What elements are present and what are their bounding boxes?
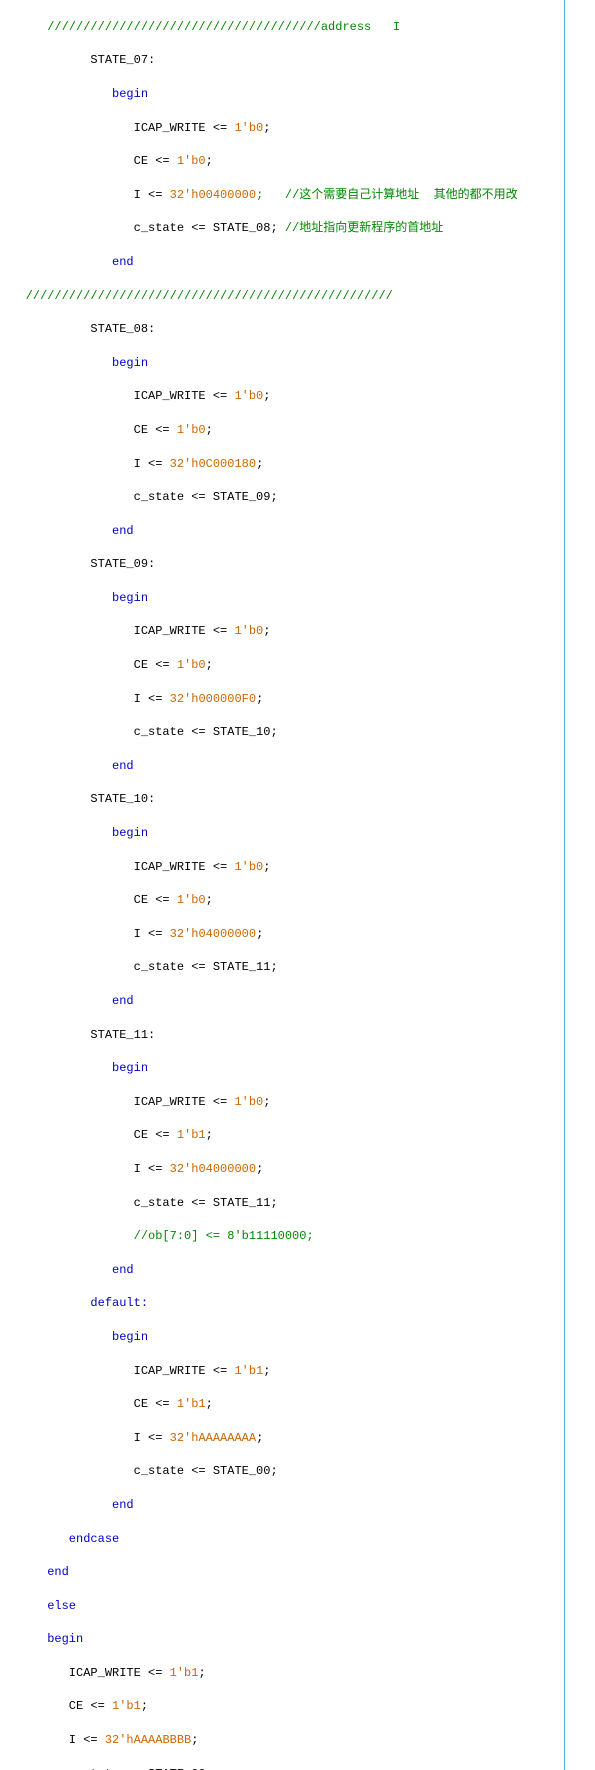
semi: ; xyxy=(263,389,270,403)
num: 32'hAAAABBBB xyxy=(105,1733,191,1747)
semi: ; xyxy=(256,1162,263,1176)
el-icap: ICAP_WRITE <= xyxy=(4,1666,170,1680)
right-border xyxy=(564,0,565,1770)
s11-cstate: c_state <= STATE_11; xyxy=(4,1195,595,1212)
num: 1'b0 xyxy=(234,1095,263,1109)
num: 1'b0 xyxy=(177,423,206,437)
semi: ; xyxy=(256,1431,263,1445)
num: 1'b1 xyxy=(177,1397,206,1411)
state07-label: STATE_07: xyxy=(4,52,595,69)
s07-ce: CE <= xyxy=(4,154,177,168)
num: 1'b1 xyxy=(170,1666,199,1680)
comment: //ob[7:0] <= 8'b11110000; xyxy=(4,1229,314,1243)
num: 1'b0 xyxy=(177,658,206,672)
begin-kw: begin xyxy=(4,356,148,370)
num: 1'b0 xyxy=(234,389,263,403)
s10-icap: ICAP_WRITE <= xyxy=(4,860,234,874)
semi: ; xyxy=(256,692,263,706)
end-kw: end xyxy=(4,994,134,1008)
num: 32'h00400000 xyxy=(170,188,256,202)
el-ce: CE <= xyxy=(4,1699,112,1713)
s07-cstate: c_state <= STATE_08; xyxy=(4,221,285,235)
el-i: I <= xyxy=(4,1733,105,1747)
state09-label: STATE_09: xyxy=(4,556,595,573)
s08-icap: ICAP_WRITE <= xyxy=(4,389,234,403)
end-kw: end xyxy=(4,524,134,538)
begin-kw: begin xyxy=(4,1330,148,1344)
num: 32'h04000000 xyxy=(170,1162,256,1176)
num: 1'b0 xyxy=(177,154,206,168)
end-kw: end xyxy=(4,1498,134,1512)
s09-i: I <= xyxy=(4,692,170,706)
code-block: //////////////////////////////////////ad… xyxy=(0,0,595,1770)
s08-cstate: c_state <= STATE_09; xyxy=(4,489,595,506)
semi: ; xyxy=(206,1397,213,1411)
s10-ce: CE <= xyxy=(4,893,177,907)
begin-kw: begin xyxy=(4,1061,148,1075)
endcase-kw: endcase xyxy=(4,1532,119,1546)
s10-cstate: c_state <= STATE_11; xyxy=(4,959,595,976)
num: 1'b0 xyxy=(177,893,206,907)
s09-ce: CE <= xyxy=(4,658,177,672)
semi: ; xyxy=(263,624,270,638)
end-kw: end xyxy=(4,1565,69,1579)
semi: ; xyxy=(206,658,213,672)
s10-i: I <= xyxy=(4,927,170,941)
el-cstate: c_state <= STATE_00; xyxy=(4,1766,595,1770)
else-kw: else xyxy=(4,1599,76,1613)
s09-cstate: c_state <= STATE_10; xyxy=(4,724,595,741)
semi: ; xyxy=(263,1095,270,1109)
semi: ; xyxy=(198,1666,205,1680)
semi: ; xyxy=(263,121,270,135)
semi: ; xyxy=(263,1364,270,1378)
state11-label: STATE_11: xyxy=(4,1027,595,1044)
comment-sep1: //////////////////////////////////////ad… xyxy=(4,20,400,34)
semi: ; xyxy=(206,893,213,907)
state10-label: STATE_10: xyxy=(4,791,595,808)
num: 1'b0 xyxy=(234,624,263,638)
default-kw: default: xyxy=(4,1296,148,1310)
s07-i: I <= xyxy=(4,188,170,202)
s11-icap: ICAP_WRITE <= xyxy=(4,1095,234,1109)
num: 1'b1 xyxy=(234,1364,263,1378)
s09-icap: ICAP_WRITE <= xyxy=(4,624,234,638)
semi: ; xyxy=(256,457,263,471)
s08-ce: CE <= xyxy=(4,423,177,437)
num: 32'h04000000 xyxy=(170,927,256,941)
state08-label: STATE_08: xyxy=(4,321,595,338)
begin-kw: begin xyxy=(4,87,148,101)
end-kw: end xyxy=(4,255,134,269)
semi: ; xyxy=(206,1128,213,1142)
comment-sep2: ////////////////////////////////////////… xyxy=(4,289,393,303)
num: 32'h000000F0 xyxy=(170,692,256,706)
begin-kw: begin xyxy=(4,826,148,840)
end-kw: end xyxy=(4,759,134,773)
semi: ; xyxy=(191,1733,198,1747)
semi: ; xyxy=(206,154,213,168)
num: 32'h0C000180 xyxy=(170,457,256,471)
def-i: I <= xyxy=(4,1431,170,1445)
def-ce: CE <= xyxy=(4,1397,177,1411)
s07-icap: ICAP_WRITE <= xyxy=(4,121,234,135)
def-icap: ICAP_WRITE <= xyxy=(4,1364,234,1378)
end-kw: end xyxy=(4,1263,134,1277)
num: 32'hAAAAAAAA xyxy=(170,1431,256,1445)
begin-kw: begin xyxy=(4,1632,83,1646)
comment: ; //这个需要自己计算地址 其他的都不用改 xyxy=(256,188,518,202)
num: 1'b1 xyxy=(112,1699,141,1713)
num: 1'b1 xyxy=(177,1128,206,1142)
semi: ; xyxy=(206,423,213,437)
comment: //地址指向更新程序的首地址 xyxy=(285,221,443,235)
begin-kw: begin xyxy=(4,591,148,605)
semi: ; xyxy=(141,1699,148,1713)
s11-i: I <= xyxy=(4,1162,170,1176)
s11-ce: CE <= xyxy=(4,1128,177,1142)
s08-i: I <= xyxy=(4,457,170,471)
def-cstate: c_state <= STATE_00; xyxy=(4,1463,595,1480)
num: 1'b0 xyxy=(234,860,263,874)
semi: ; xyxy=(263,860,270,874)
semi: ; xyxy=(256,927,263,941)
num: 1'b0 xyxy=(234,121,263,135)
